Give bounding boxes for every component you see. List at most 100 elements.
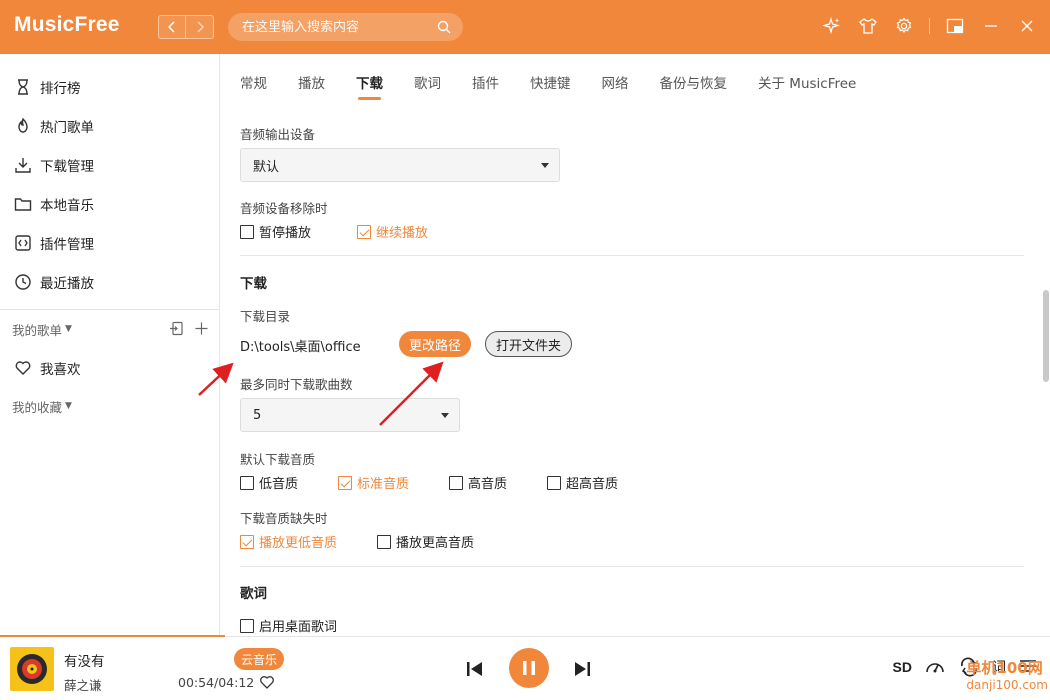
song-artist[interactable]: 薛之谦 — [64, 675, 102, 694]
chevron-left-icon — [167, 21, 175, 33]
mini-mode-button[interactable] — [944, 15, 966, 37]
continue-playback-checkbox[interactable]: 继续播放 — [357, 222, 428, 241]
checkbox-box — [240, 534, 254, 549]
title-separator — [929, 18, 930, 34]
checkbox-box — [240, 475, 254, 490]
settings-scrollbar[interactable] — [1042, 112, 1050, 636]
clock-icon — [15, 273, 31, 290]
change-path-button[interactable]: 更改路径 — [399, 331, 472, 357]
sidebar-item-hot-playlists[interactable]: 热门歌单 — [0, 106, 219, 145]
playback-progress[interactable] — [0, 635, 225, 637]
quality-high-checkbox[interactable]: 高音质 — [449, 473, 507, 492]
quality-standard-checkbox[interactable]: 标准音质 — [338, 473, 409, 492]
tab-lyrics[interactable]: 歌词 — [414, 64, 441, 100]
my-playlists-label: 我的歌单 — [12, 322, 63, 338]
speed-gauge-icon[interactable] — [924, 657, 946, 677]
sidebar-item-recent[interactable]: 最近播放 — [0, 262, 219, 301]
pause-playback-checkbox[interactable]: 暂停播放 — [240, 222, 311, 241]
quality-low-checkbox[interactable]: 低音质 — [240, 473, 298, 492]
default-quality-label: 默认下载音质 — [240, 452, 316, 467]
checkbox-label: 标准音质 — [357, 477, 410, 492]
checkbox-box — [240, 224, 254, 239]
sidebar-item-label: 我喜欢 — [40, 361, 81, 378]
tab-download[interactable]: 下载 — [356, 64, 383, 100]
missing-quality-options: 播放更低音质 播放更高音质 — [240, 532, 512, 551]
checkbox-label: 启用桌面歌词 — [259, 620, 338, 635]
like-heart-icon[interactable] — [259, 674, 275, 690]
minimize-button[interactable] — [980, 15, 1002, 37]
tab-backup[interactable]: 备份与恢复 — [660, 64, 728, 100]
max-concurrent-value: 5 — [253, 407, 262, 423]
theme-button[interactable] — [857, 15, 879, 37]
sidebar-item-plugins[interactable]: 插件管理 — [0, 223, 219, 262]
song-title[interactable]: 有没有 — [64, 650, 105, 670]
download-icon — [15, 157, 31, 173]
chevron-right-icon — [196, 21, 204, 33]
settings-tabs: 常规 播放 下载 歌词 插件 快捷键 网络 备份与恢复 关于 MusicFree — [221, 54, 1050, 110]
checkbox-box — [377, 534, 392, 549]
play-lower-quality-checkbox[interactable]: 播放更低音质 — [240, 532, 337, 551]
audio-output-value: 默认 — [253, 159, 280, 175]
app-logo: MusicFree — [14, 13, 120, 36]
source-badge: 云音乐 — [234, 648, 285, 670]
tab-plugins[interactable]: 插件 — [472, 64, 499, 100]
back-button[interactable] — [158, 15, 186, 39]
album-cover[interactable] — [10, 647, 54, 691]
pause-button[interactable] — [509, 648, 549, 688]
my-playlists-header[interactable]: 我的歌单 ▼ — [0, 310, 219, 348]
checkbox-box — [240, 618, 254, 633]
fire-icon — [18, 117, 28, 133]
my-collections-header[interactable]: 我的收藏 ▼ — [0, 387, 219, 425]
search-box — [228, 13, 463, 41]
download-section-title: 下载 — [240, 276, 267, 292]
audio-output-select[interactable]: 默认 — [240, 148, 560, 182]
close-icon — [1021, 20, 1033, 32]
sidebar-item-downloads[interactable]: 下载管理 — [0, 145, 219, 184]
max-concurrent-select[interactable]: 5 — [240, 398, 460, 432]
gear-icon — [896, 17, 912, 34]
open-folder-button[interactable]: 打开文件夹 — [485, 331, 573, 357]
history-nav — [158, 15, 214, 39]
checkbox-box — [547, 475, 562, 490]
shirt-icon — [859, 18, 877, 34]
lyrics-section-title: 歌词 — [240, 586, 267, 602]
minimize-icon — [985, 25, 997, 27]
scrollbar-thumb[interactable] — [1043, 290, 1049, 382]
sparkle-icon — [823, 17, 841, 35]
desktop-lyrics-checkbox[interactable]: 启用桌面歌词 — [240, 616, 337, 635]
device-removed-label: 音频设备移除时 — [240, 201, 328, 216]
tab-playback[interactable]: 播放 — [298, 64, 325, 100]
play-higher-quality-checkbox[interactable]: 播放更高音质 — [377, 532, 474, 551]
plus-icon[interactable] — [194, 321, 209, 336]
quality-button[interactable]: SD — [893, 659, 912, 675]
sidebar-item-local-music[interactable]: 本地音乐 — [0, 184, 219, 223]
search-input[interactable] — [242, 19, 422, 35]
quality-super-checkbox[interactable]: 超高音质 — [547, 473, 618, 492]
checkbox-label: 高音质 — [468, 477, 508, 492]
download-dir-label: 下载目录 — [240, 309, 291, 324]
quality-options: 低音质 标准音质 高音质 超高音质 — [240, 473, 656, 492]
tab-shortcuts[interactable]: 快捷键 — [530, 64, 571, 100]
tab-about[interactable]: 关于 MusicFree — [758, 64, 856, 100]
caret-down-icon: ▼ — [65, 401, 72, 411]
import-icon[interactable] — [169, 321, 184, 336]
dropdown-arrow-icon — [541, 163, 549, 168]
sparkle-button[interactable] — [821, 15, 843, 37]
player-bar: 有没有 云音乐 薛之谦 00:54/04:12 SD 词 单机100网 danj… — [0, 635, 1050, 700]
section-divider — [240, 566, 1024, 567]
forward-button[interactable] — [186, 15, 214, 39]
close-button[interactable] — [1016, 15, 1038, 37]
tab-network[interactable]: 网络 — [602, 64, 629, 100]
audio-output-label: 音频输出设备 — [240, 127, 316, 142]
search-icon[interactable] — [437, 20, 451, 34]
checkbox-box — [338, 475, 353, 490]
hourglass-icon — [18, 78, 28, 95]
sidebar-item-charts[interactable]: 排行榜 — [0, 67, 219, 106]
play-time: 00:54/04:12 — [178, 675, 255, 690]
sidebar-item-favorite[interactable]: 我喜欢 — [0, 348, 219, 387]
settings-button[interactable] — [893, 15, 915, 37]
next-track-icon[interactable] — [573, 661, 591, 677]
tab-general[interactable]: 常规 — [240, 64, 267, 100]
previous-track-icon[interactable] — [466, 661, 484, 677]
pause-icon — [523, 661, 535, 675]
